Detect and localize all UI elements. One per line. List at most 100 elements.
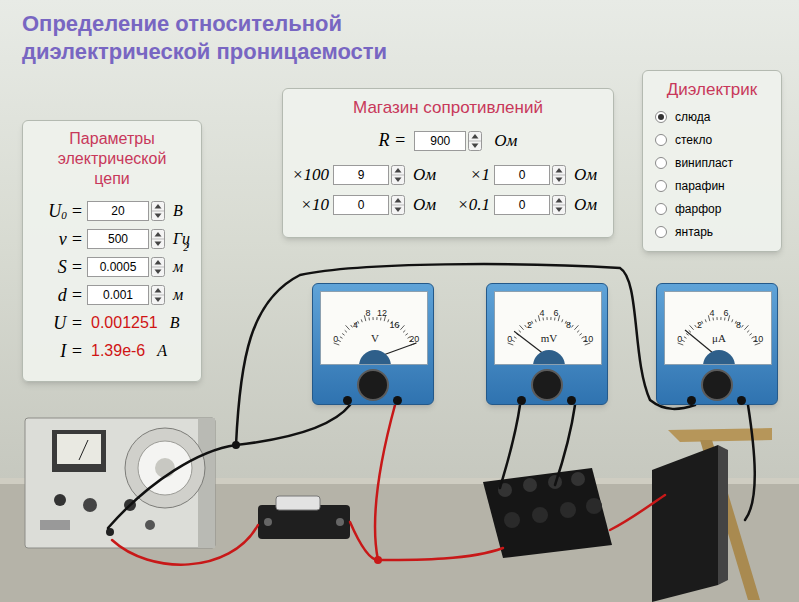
field-value[interactable]: 0 — [519, 166, 526, 184]
terminal-icon[interactable] — [517, 396, 526, 405]
radio-button[interactable] — [655, 111, 667, 123]
meter-unit: μA — [712, 332, 726, 344]
terminal-icon[interactable] — [737, 396, 746, 405]
radio-button[interactable] — [655, 157, 667, 169]
param-symbol: S — [58, 254, 67, 281]
meter-unit: mV — [541, 332, 558, 344]
spin-buttons-icon[interactable] — [151, 201, 165, 221]
spin-buttons-icon[interactable] — [151, 285, 165, 305]
decade-label: ×1 — [452, 162, 494, 188]
param-eq: = — [71, 254, 83, 281]
dielectric-option[interactable]: фарфор — [655, 197, 769, 220]
param-unit: В — [173, 199, 183, 223]
tick-label: 4 — [539, 308, 544, 318]
unit-text: Гц — [173, 227, 190, 251]
value-field[interactable]: 0.001 — [87, 285, 149, 305]
option-label[interactable]: фарфор — [675, 200, 721, 218]
field-value[interactable]: 0 — [358, 196, 365, 214]
dielectric-option[interactable]: винипласт — [655, 151, 769, 174]
param-unit: м2 — [173, 255, 188, 279]
option-label[interactable]: янтарь — [675, 223, 713, 241]
value-field[interactable]: 0 — [333, 195, 389, 215]
decade-row: ×10 0 Ом — [291, 192, 444, 218]
value-field[interactable]: 0 — [494, 165, 550, 185]
terminal-icon[interactable] — [393, 396, 402, 405]
tick-label: 2 — [527, 320, 532, 330]
tick-label: 8 — [566, 320, 571, 330]
value-field[interactable]: 0 — [494, 195, 550, 215]
value-field[interactable]: 500 — [87, 229, 149, 249]
meter-scale-icon — [495, 292, 602, 365]
dielectric-option[interactable]: янтарь — [655, 220, 769, 243]
tick-label: 12 — [377, 308, 387, 318]
spin-buttons-icon[interactable] — [151, 229, 165, 249]
tick-label: 16 — [389, 320, 399, 330]
decade-row: ×0.10Ом — [452, 192, 605, 218]
meter: 048121620V — [312, 283, 434, 405]
field-value[interactable]: 500 — [108, 230, 128, 248]
value-field[interactable]: 900 — [414, 131, 466, 151]
result-row: U =0.001251В — [31, 309, 193, 337]
param-label: S= — [31, 254, 87, 281]
decade-grid: ×1009Ом×10Ом×100Ом×0.10Ом — [291, 162, 605, 218]
zero-knob-icon[interactable] — [701, 369, 733, 401]
terminal-icon[interactable] — [687, 396, 696, 405]
field-value[interactable]: 0.001 — [103, 286, 133, 304]
option-label[interactable]: парафин — [675, 177, 725, 195]
param-eq: = — [71, 226, 83, 253]
spin-buttons-icon[interactable] — [391, 195, 405, 215]
dielectric-option[interactable]: парафин — [655, 174, 769, 197]
meter: 0246810mV — [486, 283, 608, 405]
spin-buttons-icon[interactable] — [552, 165, 566, 185]
zero-knob-icon[interactable] — [531, 369, 563, 401]
generator-icon[interactable] — [25, 418, 215, 548]
decade-unit: Ом — [574, 192, 597, 218]
tick-label: 8 — [736, 320, 741, 330]
panel-title: Диэлектрик — [655, 79, 769, 101]
value-field[interactable]: 0.0005 — [87, 257, 149, 277]
radio-dot — [658, 114, 664, 120]
dielectric-option[interactable]: стекло — [655, 128, 769, 151]
value-field[interactable]: 20 — [87, 201, 149, 221]
result-unit: А — [157, 339, 167, 363]
field-value[interactable]: 9 — [358, 166, 365, 184]
option-label[interactable]: винипласт — [675, 154, 733, 172]
option-label[interactable]: слюда — [675, 108, 710, 126]
spin-buttons-icon[interactable] — [391, 165, 405, 185]
decade-label: ×10 — [291, 192, 333, 218]
field-value[interactable]: 0 — [519, 196, 526, 214]
spin-buttons-icon[interactable] — [151, 257, 165, 277]
decade-unit: Ом — [413, 192, 436, 218]
meter-unit: V — [371, 332, 379, 344]
dielectric-option[interactable]: слюда — [655, 105, 769, 128]
unit-text: м — [173, 283, 183, 307]
tick-label: 0 — [677, 334, 682, 344]
radio-button[interactable] — [655, 180, 667, 192]
param-eq: = — [71, 282, 83, 309]
spin-buttons-icon[interactable] — [468, 131, 482, 151]
decade-row: ×10Ом — [452, 162, 605, 188]
switch-icon[interactable] — [258, 496, 350, 539]
param-eq: = — [71, 198, 83, 225]
param-label: d= — [31, 282, 87, 309]
lab-screen: Определение относительнойдиэлектрической… — [0, 0, 799, 602]
param-row: U0=20В — [31, 197, 193, 225]
field-value[interactable]: 20 — [111, 202, 124, 220]
terminal-icon[interactable] — [343, 396, 352, 405]
zero-knob-icon[interactable] — [357, 369, 389, 401]
terminal-icon[interactable] — [567, 396, 576, 405]
param-row: ν=500Гц — [31, 225, 193, 253]
unit-text: В — [173, 199, 183, 223]
radio-button[interactable] — [655, 134, 667, 146]
option-label[interactable]: стекло — [675, 131, 712, 149]
result-label: I = — [31, 338, 87, 365]
total-unit: Ом — [494, 128, 517, 154]
field-value[interactable]: 900 — [430, 132, 450, 150]
radio-button[interactable] — [655, 226, 667, 238]
value-field[interactable]: 9 — [333, 165, 389, 185]
title-line: Определение относительной — [22, 10, 387, 38]
radio-button[interactable] — [655, 203, 667, 215]
spin-buttons-icon[interactable] — [552, 195, 566, 215]
field-value[interactable]: 0.0005 — [100, 258, 137, 276]
tick-label: 6 — [554, 308, 559, 318]
